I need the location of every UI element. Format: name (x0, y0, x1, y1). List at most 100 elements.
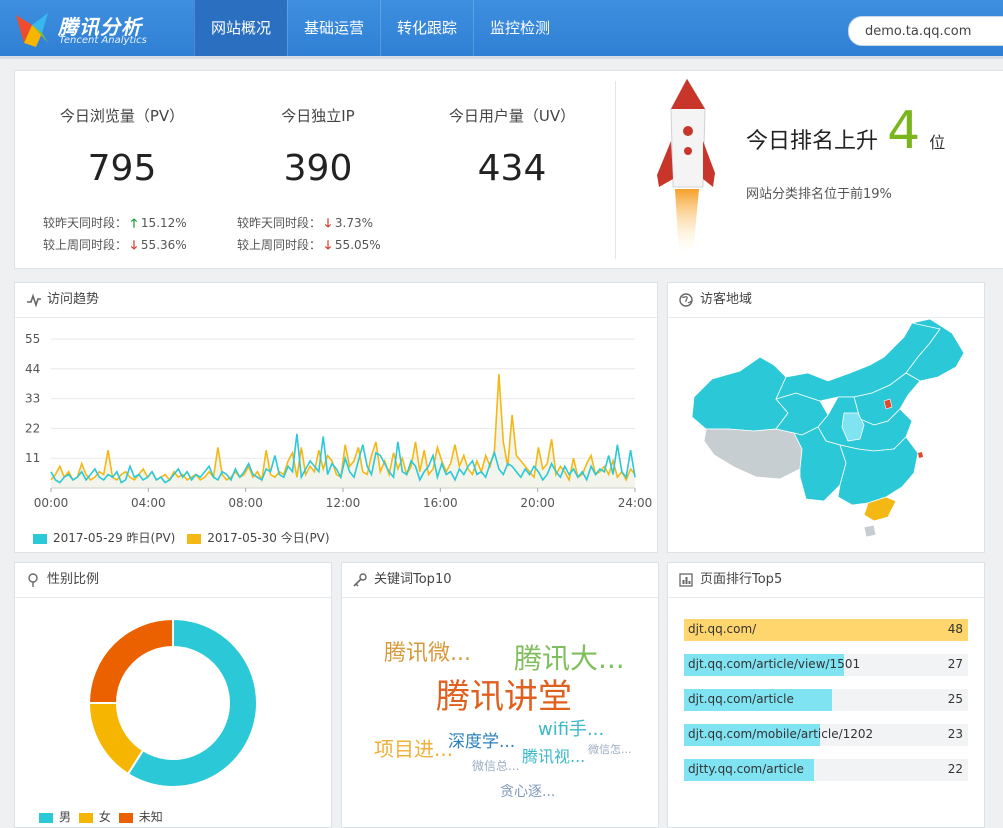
main-nav: 网站概况 基础运营 转化跟踪 监控检测 (194, 0, 566, 56)
x-tick-label: 20:00 (520, 496, 555, 510)
rank-headline: 今日排名上升 4 位 (746, 101, 945, 161)
y-tick-label: 44 (25, 362, 40, 376)
key-icon (353, 573, 367, 587)
x-tick-label: 16:00 (423, 496, 458, 510)
keyword-item[interactable]: 深度学... (448, 727, 515, 752)
map-region-shanghai (918, 452, 923, 458)
pv-week-compare: 较上周同时段： 🡓 55.36% (43, 236, 187, 257)
donut-slice (87, 702, 145, 776)
region-title: 访客地域 (700, 292, 753, 307)
trend-icon (27, 293, 41, 307)
page-rank-url: djt.qq.com/article (688, 692, 794, 706)
pages-panel-title: 页面排行Top5 (668, 563, 984, 598)
stat-pv-label: 今日浏览量（PV） (59, 107, 185, 125)
summary-panel: 今日浏览量（PV） 795 今日独立IP 390 今日用户量（UV） 434 较… (14, 70, 1003, 269)
rank-subtitle: 网站分类排名位于前19% (746, 187, 892, 202)
summary-divider (615, 81, 616, 259)
page-rank-url: djt.qq.com/ (688, 622, 757, 636)
tab-conversion-tracking[interactable]: 转化跟踪 (380, 0, 473, 56)
legend-item-yesterday[interactable]: 2017-05-29 昨日(PV) (33, 531, 175, 545)
trend-title: 访问趋势 (47, 292, 100, 307)
bar-chart-icon (679, 573, 693, 587)
legend-item-female[interactable]: 女 (78, 810, 111, 824)
page-rank-url: djt.qq.com/mobile/article/1202 (688, 727, 874, 741)
x-tick-label: 00:00 (34, 496, 69, 510)
china-map[interactable] (668, 317, 984, 551)
y-tick-label: 22 (25, 421, 40, 435)
legend-swatch (187, 533, 202, 544)
page-rank-row[interactable]: djt.qq.com/mobile/article/1202 23 (684, 724, 968, 746)
keyword-item[interactable]: 腾讯视... (522, 743, 585, 767)
gender-legend: 男 女 未知 (39, 808, 163, 825)
page-rank-count: 25 (947, 692, 963, 706)
domain-input[interactable] (863, 23, 1003, 40)
gender-donut-chart (87, 617, 258, 788)
map-region-hainan (863, 524, 877, 538)
stat-uv-label: 今日用户量（UV） (448, 107, 576, 125)
keyword-item[interactable]: 腾讯讲堂 (436, 669, 572, 718)
legend-label: 未知 (138, 810, 163, 824)
legend-item-today[interactable]: 2017-05-30 今日(PV) (187, 531, 330, 545)
keyword-item[interactable]: 微信怎... (588, 741, 632, 757)
keyword-item[interactable]: wifi手... (538, 715, 604, 741)
y-tick-label: 33 (25, 392, 40, 406)
tab-monitoring[interactable]: 监控检测 (473, 0, 566, 56)
pv-day-compare: 较昨天同时段： 🡑 15.12% (43, 214, 187, 235)
keyword-item[interactable]: 项目进... (374, 733, 453, 762)
trend-panel-title: 访问趋势 (15, 283, 657, 318)
legend-swatch (78, 812, 93, 823)
gender-panel-title: 性别比例 (15, 563, 331, 598)
legend-swatch (39, 812, 53, 823)
logo[interactable]: 腾讯分析 Tencent Analytics (12, 9, 192, 49)
compare-label: 较昨天同时段： (43, 216, 128, 230)
x-tick-label: 08:00 (228, 496, 263, 510)
donut-slice (87, 617, 174, 704)
keywords-panel: 关键词Top10 腾讯微... 腾讯大... 腾讯讲堂 wifi手... 项目进… (341, 562, 659, 828)
legend-swatch (33, 533, 47, 544)
legend-label: 女 (98, 810, 111, 824)
domain-selector[interactable] (848, 16, 1003, 46)
tab-basic-operations[interactable]: 基础运营 (287, 0, 380, 56)
ip-week-compare: 较上周同时段： 🡓 55.05% (237, 236, 381, 257)
keyword-item[interactable]: 微信总... (472, 757, 519, 774)
trend-legend: 2017-05-29 昨日(PV) 2017-05-30 今日(PV) (33, 529, 330, 546)
arrow-down-icon: 🡓 (324, 216, 332, 230)
trend-panel: 访问趋势 55 44 33 22 11 00:00 04:00 08:00 12:00 16:00… (14, 282, 658, 553)
x-tick-label: 12:00 (326, 496, 361, 510)
page-rank-row[interactable]: djtty.qq.com/article 22 (684, 759, 968, 781)
region-panel-title: 访客地域 (668, 283, 984, 318)
stat-ip: 今日独立IP 390 (223, 105, 413, 189)
page-rank-row[interactable]: djt.qq.com/ 48 (684, 619, 968, 641)
stat-uv: 今日用户量（UV） 434 (417, 105, 607, 189)
page-rank-count: 22 (947, 762, 963, 776)
page-rank-row[interactable]: djt.qq.com/article 25 (684, 689, 968, 711)
page-rank-url: djt.qq.com/article/view/1501 (688, 657, 861, 671)
keyword-item[interactable]: 腾讯微... (384, 635, 471, 667)
rank-number: 4 (887, 101, 921, 161)
pages-panel: 页面排行Top5 djt.qq.com/ 48 djt.qq.com/artic… (667, 562, 985, 828)
compare-value: 55.36% (140, 238, 187, 252)
legend-item-male[interactable]: 男 (39, 810, 71, 824)
y-tick-label: 11 (25, 451, 40, 465)
rank-prefix: 今日排名上升 (746, 129, 879, 154)
legend-label: 2017-05-30 今日(PV) (207, 531, 330, 545)
compare-value: 3.73% (334, 216, 374, 230)
gender-panel: 性别比例 男 女 未知 (14, 562, 332, 828)
tab-site-overview[interactable]: 网站概况 (194, 0, 288, 56)
stat-ip-label: 今日独立IP (281, 107, 355, 125)
legend-item-unknown[interactable]: 未知 (118, 810, 163, 824)
y-tick-label: 55 (25, 332, 40, 346)
page-rank-row[interactable]: djt.qq.com/article/view/1501 27 (684, 654, 968, 676)
legend-swatch (118, 812, 133, 823)
legend-label: 男 (59, 810, 72, 824)
rocket-icon (657, 79, 715, 254)
keywords-title: 关键词Top10 (374, 572, 452, 587)
arrow-down-icon: 🡓 (324, 238, 332, 252)
map-region-xinjiang (691, 356, 789, 432)
stat-ip-value: 390 (283, 148, 353, 189)
stat-pv-value: 795 (87, 148, 157, 189)
logo-subtitle: Tencent Analytics (59, 35, 147, 46)
keyword-item[interactable]: 贪心逐... (500, 781, 555, 801)
page-rank-url: djtty.qq.com/article (688, 762, 804, 776)
gender-title: 性别比例 (47, 572, 100, 587)
